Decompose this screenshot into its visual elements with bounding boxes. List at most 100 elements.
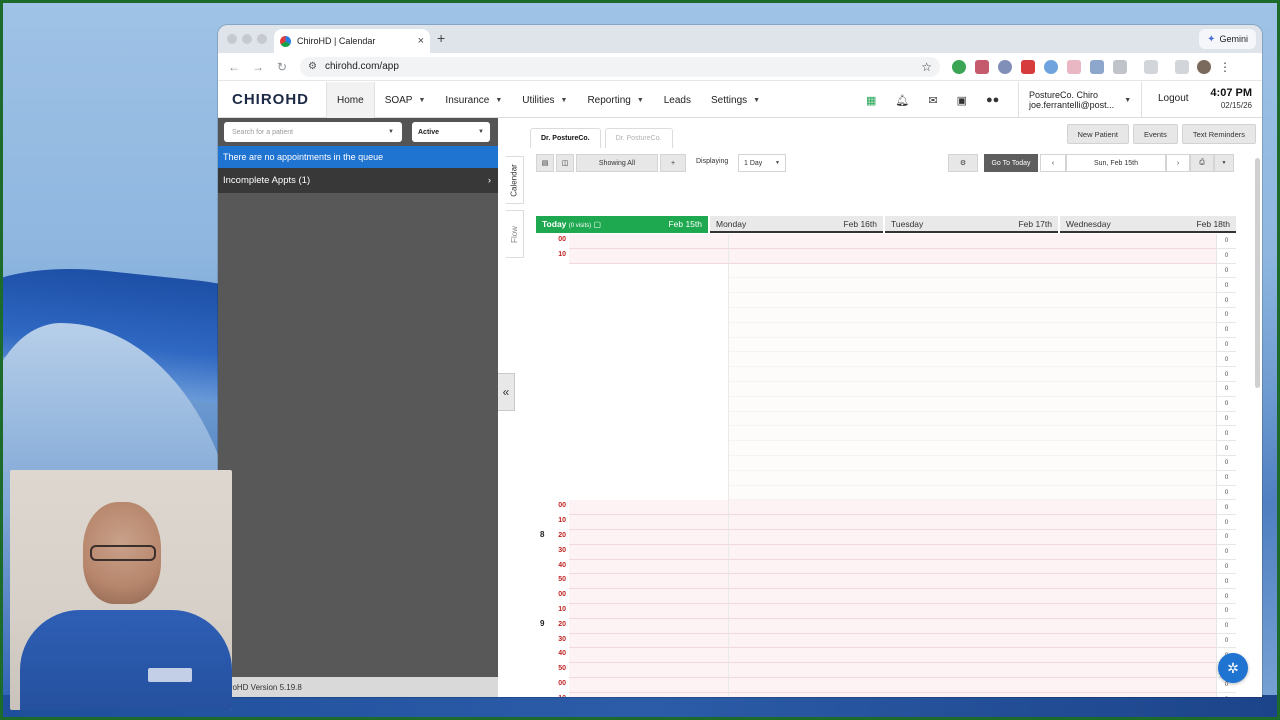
time-slot-cell[interactable] [729, 396, 891, 412]
browser-tab-calendar[interactable]: ChiroHD | Calendar × [274, 29, 430, 53]
time-slot-cell[interactable] [729, 248, 891, 264]
time-slot-cell[interactable] [729, 337, 891, 353]
user-menu[interactable]: PostureCo. Chiro joe.ferrantelli@post...… [1018, 82, 1143, 118]
text-reminders-button[interactable]: Text Reminders [1181, 124, 1256, 144]
time-slot-cell[interactable] [1053, 589, 1216, 604]
time-slot-cell[interactable] [729, 485, 891, 501]
time-slot-cell[interactable] [569, 618, 729, 634]
new-tab-button[interactable]: + [437, 30, 445, 46]
time-slot-cell[interactable] [729, 411, 891, 427]
time-slot-cell[interactable] [891, 603, 1053, 619]
time-slot-cell[interactable] [729, 692, 891, 697]
time-slot-cell[interactable] [1053, 263, 1216, 279]
time-slot-cell[interactable] [729, 677, 891, 693]
reload-icon[interactable]: ↻ [270, 60, 294, 74]
time-slot-cell[interactable] [891, 426, 1053, 442]
next-date-icon[interactable]: › [1166, 154, 1190, 172]
time-slot-cell[interactable] [729, 559, 891, 575]
time-slot-cell[interactable] [569, 559, 729, 575]
extension-pink-icon[interactable] [1067, 59, 1081, 74]
time-slot-cell[interactable] [729, 544, 891, 560]
time-slot-cell[interactable] [891, 470, 1053, 486]
time-slot-cell[interactable] [569, 574, 729, 590]
time-slot-cell[interactable] [1053, 322, 1216, 338]
current-date-display[interactable]: Sun, Feb 15th [1066, 154, 1166, 172]
time-slot-cell[interactable] [729, 381, 891, 397]
time-slot-cell[interactable] [891, 500, 1053, 516]
time-slot-cell[interactable] [891, 367, 1053, 382]
time-slot-cell[interactable] [891, 352, 1053, 368]
back-arrow-icon[interactable]: ← [222, 60, 246, 74]
time-slot-cell[interactable] [569, 293, 729, 308]
time-slot-cell[interactable] [569, 381, 729, 397]
help-widget-button[interactable]: ✲ [1218, 653, 1248, 683]
time-slot-cell[interactable] [569, 307, 729, 323]
site-settings-icon[interactable]: ⚙ [308, 61, 317, 72]
time-slot-cell[interactable] [729, 470, 891, 486]
time-slot-cell[interactable] [891, 248, 1053, 264]
maximize-window-button[interactable] [257, 34, 267, 44]
time-slot-cell[interactable] [729, 426, 891, 442]
extensions-puzzle-icon[interactable] [1113, 59, 1127, 74]
time-slot-cell[interactable] [891, 692, 1053, 697]
clipboard-icon[interactable]: ▣ [957, 94, 967, 107]
time-slot-cell[interactable] [729, 589, 891, 604]
day-header-wednesday[interactable]: Wednesday Feb 18th [1060, 216, 1236, 233]
forward-arrow-icon[interactable]: → [246, 60, 270, 74]
time-slot-cell[interactable] [1053, 337, 1216, 353]
time-slot-cell[interactable] [569, 248, 729, 264]
time-slot-cell[interactable] [569, 367, 729, 382]
spreadsheet-icon[interactable]: ▦ [866, 94, 876, 107]
go-to-today-button[interactable]: Go To Today [984, 154, 1038, 172]
day-header-monday[interactable]: Monday Feb 16th [710, 216, 883, 233]
search-tabs-icon[interactable] [1144, 59, 1158, 74]
time-slot-cell[interactable] [891, 485, 1053, 501]
calendar-settings-icon[interactable]: ⚙ [948, 154, 978, 172]
users-icon[interactable]: ●● [986, 94, 999, 106]
tab-flow[interactable]: Flow [506, 210, 524, 258]
time-slot-cell[interactable] [1053, 278, 1216, 294]
time-slot-cell[interactable] [1053, 663, 1216, 678]
time-slot-cell[interactable] [569, 234, 729, 249]
print-icon[interactable]: ⎙ [1190, 154, 1214, 172]
menu-utilities[interactable]: Utilities ▼ [512, 82, 577, 118]
time-slot-cell[interactable] [891, 234, 1053, 249]
incomplete-appts-row[interactable]: Incomplete Appts (1) › [218, 168, 498, 193]
prev-date-icon[interactable]: ‹ [1040, 154, 1066, 172]
menu-leads[interactable]: Leads [654, 82, 701, 118]
calendar-scrollbar[interactable] [1255, 158, 1260, 388]
time-slot-cell[interactable] [729, 603, 891, 619]
download-icon[interactable] [1175, 59, 1189, 74]
add-filter-button[interactable]: + [660, 154, 686, 172]
time-slot-cell[interactable] [569, 544, 729, 560]
time-slot-cell[interactable] [1053, 470, 1216, 486]
time-slot-cell[interactable] [891, 633, 1053, 649]
time-slot-cell[interactable] [729, 515, 891, 530]
time-slot-cell[interactable] [1053, 455, 1216, 471]
time-slot-cell[interactable] [1053, 559, 1216, 575]
gemini-button[interactable]: ✦ Gemini [1199, 29, 1256, 49]
time-slot-cell[interactable] [891, 337, 1053, 353]
time-slot-cell[interactable] [729, 618, 891, 634]
time-slot-cell[interactable] [1053, 485, 1216, 501]
time-slot-cell[interactable] [891, 574, 1053, 590]
time-slot-cell[interactable] [569, 411, 729, 427]
time-slot-cell[interactable] [569, 648, 729, 664]
logout-link[interactable]: Logout [1158, 93, 1189, 104]
extension-gmail-icon[interactable] [1021, 59, 1035, 74]
day-header-today[interactable]: Today (0 visits) ▢ Feb 15th [536, 216, 708, 233]
time-slot-cell[interactable] [891, 293, 1053, 308]
menu-reporting[interactable]: Reporting ▼ [577, 82, 653, 118]
extension-green-icon[interactable] [952, 59, 966, 74]
time-slot-cell[interactable] [729, 663, 891, 678]
time-slot-cell[interactable] [729, 648, 891, 664]
time-slot-cell[interactable] [729, 500, 891, 516]
menu-soap[interactable]: SOAP ▼ [375, 82, 436, 118]
bookmark-star-icon[interactable]: ☆ [921, 60, 932, 74]
collapse-sidebar-button[interactable]: « [498, 373, 515, 411]
time-slot-cell[interactable] [1053, 441, 1216, 456]
time-slot-cell[interactable] [729, 307, 891, 323]
time-slot-cell[interactable] [891, 278, 1053, 294]
time-slot-cell[interactable] [891, 396, 1053, 412]
extension-circle-icon[interactable] [998, 59, 1012, 74]
